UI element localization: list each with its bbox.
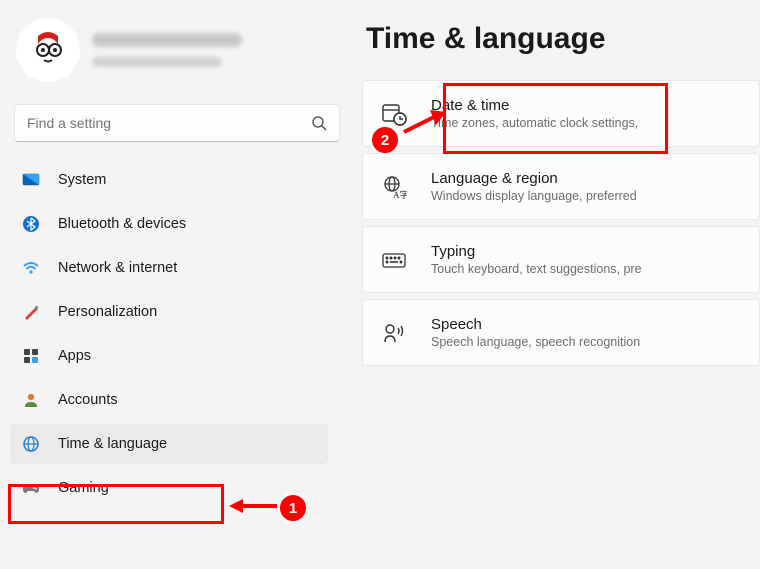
card-subtitle: Speech language, speech recognition <box>431 335 640 349</box>
globe-clock-icon <box>22 435 40 453</box>
globe-language-icon: A字 <box>381 174 407 200</box>
sidebar-item-system[interactable]: System <box>10 160 328 200</box>
card-speech[interactable]: Speech Speech language, speech recogniti… <box>362 299 760 366</box>
profile-name-redacted <box>92 33 242 67</box>
sidebar-item-network[interactable]: Network & internet <box>10 248 328 288</box>
sidebar-item-label: Accounts <box>58 392 118 408</box>
settings-card-list: Date & time Time zones, automatic clock … <box>362 80 760 366</box>
sidebar-item-accounts[interactable]: Accounts <box>10 380 328 420</box>
calendar-clock-icon <box>381 101 407 127</box>
card-date-time[interactable]: Date & time Time zones, automatic clock … <box>362 80 760 147</box>
card-subtitle: Windows display language, preferred <box>431 189 637 203</box>
sidebar-item-label: Network & internet <box>58 260 177 276</box>
sidebar-item-label: Apps <box>58 348 91 364</box>
search-input[interactable] <box>27 115 311 131</box>
sidebar-item-time-language[interactable]: Time & language <box>10 424 328 464</box>
sidebar-item-bluetooth[interactable]: Bluetooth & devices <box>10 204 328 244</box>
card-language-region[interactable]: A字 Language & region Windows display lan… <box>362 153 760 220</box>
card-title: Typing <box>431 243 642 260</box>
apps-icon <box>22 347 40 365</box>
wifi-icon <box>22 259 40 277</box>
profile-block[interactable] <box>10 12 344 98</box>
card-title: Language & region <box>431 170 637 187</box>
bluetooth-icon <box>22 215 40 233</box>
keyboard-icon <box>381 247 407 273</box>
person-icon <box>22 391 40 409</box>
svg-text:A字: A字 <box>393 189 407 200</box>
sidebar-item-gaming[interactable]: Gaming <box>10 468 328 508</box>
sidebar-item-apps[interactable]: Apps <box>10 336 328 376</box>
card-typing[interactable]: Typing Touch keyboard, text suggestions,… <box>362 226 760 293</box>
brush-icon <box>22 303 40 321</box>
speech-icon <box>381 320 407 346</box>
system-icon <box>22 171 40 189</box>
sidebar-nav: System Bluetooth & devices Network & int… <box>10 160 344 508</box>
avatar[interactable] <box>16 18 80 82</box>
card-subtitle: Touch keyboard, text suggestions, pre <box>431 262 642 276</box>
search-icon <box>311 115 327 131</box>
sidebar-item-label: Time & language <box>58 436 167 452</box>
sidebar-item-label: System <box>58 172 106 188</box>
gamepad-icon <box>22 479 40 497</box>
search-box[interactable] <box>14 104 340 142</box>
sidebar-item-personalization[interactable]: Personalization <box>10 292 328 332</box>
sidebar-item-label: Bluetooth & devices <box>58 216 186 232</box>
sidebar-item-label: Personalization <box>58 304 157 320</box>
card-title: Speech <box>431 316 640 333</box>
card-subtitle: Time zones, automatic clock settings, <box>431 116 638 130</box>
page-title: Time & language <box>362 12 760 80</box>
card-title: Date & time <box>431 97 638 114</box>
sidebar-item-label: Gaming <box>58 480 109 496</box>
